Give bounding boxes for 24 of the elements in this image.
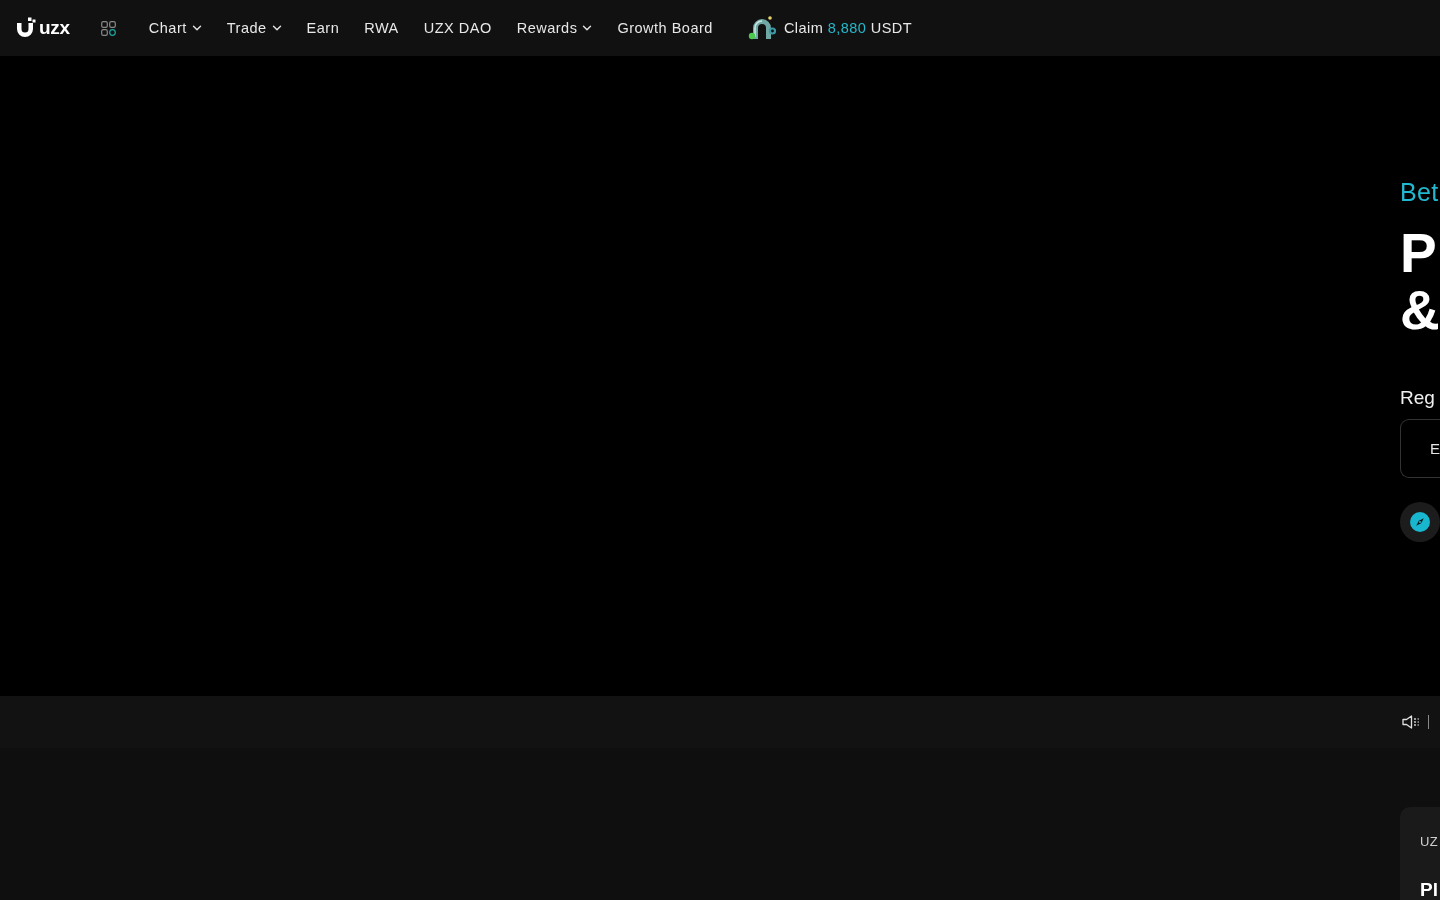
nav-link[interactable]: Rewards xyxy=(516,19,593,37)
logo-icon[interactable] xyxy=(15,17,37,39)
input-field[interactable]: E xyxy=(1400,419,1440,478)
nav-link[interactable]: Trade xyxy=(226,19,282,37)
hero-title: P & xyxy=(1400,225,1440,339)
card-label: UZ xyxy=(1420,834,1438,850)
logo-text[interactable]: uzx xyxy=(39,17,70,39)
nav-link[interactable]: RWA xyxy=(364,19,399,37)
apps-grid-icon[interactable] xyxy=(100,20,116,36)
card-title: Pl xyxy=(1420,878,1438,900)
nav-link[interactable]: UZX DAO xyxy=(423,19,492,37)
nav-link[interactable]: Growth Board xyxy=(617,19,713,37)
compass-button[interactable] xyxy=(1400,502,1440,542)
arch-icon xyxy=(747,15,778,41)
chevron-down-icon xyxy=(582,23,593,33)
register-label: Reg xyxy=(1400,386,1435,410)
speaker-icon xyxy=(1402,715,1420,729)
claim-link[interactable]: Claim 8,880 USDT xyxy=(747,15,912,41)
hero-eyebrow: Bet xyxy=(1400,177,1439,207)
chevron-down-icon xyxy=(191,23,202,33)
nav-link[interactable]: Earn xyxy=(306,19,340,37)
nav-link[interactable]: Chart xyxy=(148,19,202,37)
compass-icon xyxy=(1410,512,1430,532)
chevron-down-icon xyxy=(271,23,282,33)
